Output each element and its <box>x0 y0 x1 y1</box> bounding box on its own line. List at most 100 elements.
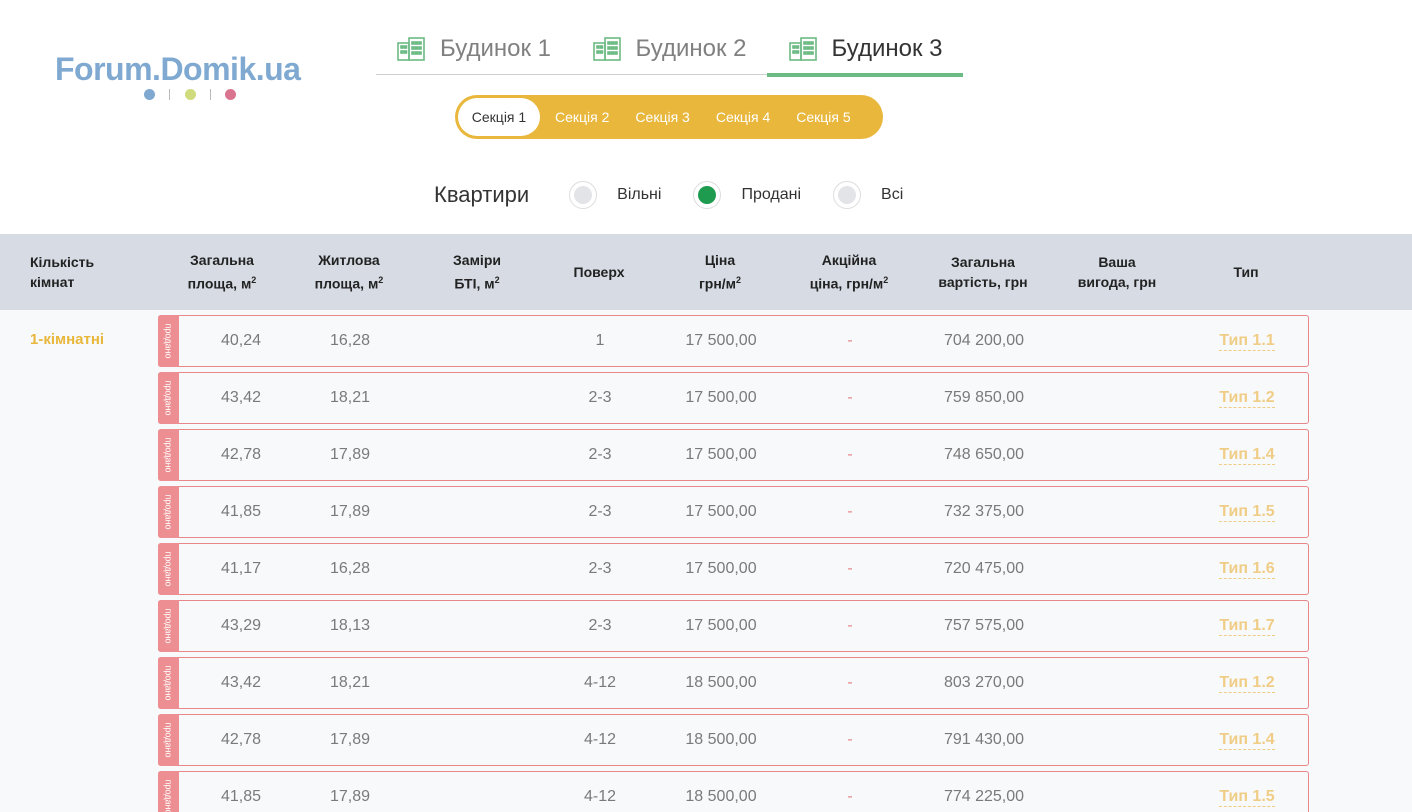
header-price: Ціна грн/м2 <box>698 252 742 292</box>
cell-living: 17,89 <box>329 446 371 463</box>
cell-total: 42,78 <box>220 731 262 748</box>
cell-price: 17 500,00 <box>685 332 757 349</box>
type-link[interactable]: Тип 1.7 <box>1219 617 1275 636</box>
cell-living: 17,89 <box>329 731 371 748</box>
cell-floor: 1 <box>595 332 605 349</box>
section-pill-4[interactable]: Секція 4 <box>703 98 783 136</box>
tab-label: Будинок 2 <box>635 34 747 62</box>
logo-separator <box>210 89 211 100</box>
section-pill-3[interactable]: Секція 3 <box>622 98 702 136</box>
radio-free[interactable]: Вільні <box>569 181 661 209</box>
section-pill-2[interactable]: Секція 2 <box>542 98 622 136</box>
cell-total: 43,42 <box>220 389 262 406</box>
table-row[interactable]: продано 41,85 17,89 4-12 18 500,00 - 774 225,0… <box>158 771 1309 812</box>
sold-badge: продано <box>158 543 179 595</box>
radio-label: Продані <box>741 186 802 203</box>
type-link[interactable]: Тип 1.4 <box>1219 446 1275 465</box>
table-row[interactable]: продано 41,85 17,89 2-3 17 500,00 - 732 375,00… <box>158 486 1309 538</box>
cell-floor: 2-3 <box>588 560 612 577</box>
table-header: Кількість кімнат Загальна площа, м2 Житлов… <box>0 234 1412 310</box>
cell-floor: 4-12 <box>583 788 617 805</box>
cell-total: 41,17 <box>220 560 262 577</box>
cell-living: 16,28 <box>329 560 371 577</box>
sold-badge: продано <box>158 372 179 424</box>
table-row[interactable]: продано 43,42 18,21 2-3 17 500,00 - 759 850,00… <box>158 372 1309 424</box>
type-link[interactable]: Тип 1.6 <box>1219 560 1275 579</box>
cell-benefit <box>1058 487 1178 537</box>
tab-label: Будинок 1 <box>440 34 551 62</box>
table-row[interactable]: продано 41,17 16,28 2-3 17 500,00 - 720 475,00… <box>158 543 1309 595</box>
radio-label: Вільні <box>617 186 662 203</box>
cell-benefit <box>1058 544 1178 594</box>
type-link[interactable]: Тип 1.1 <box>1219 332 1275 351</box>
cell-floor: 4-12 <box>583 674 617 691</box>
tab-building-3[interactable]: Будинок 3 <box>767 22 963 77</box>
filter-label: Квартири <box>434 182 530 207</box>
cell-bti <box>418 772 538 812</box>
sold-badge: продано <box>158 486 179 538</box>
cell-benefit <box>1058 715 1178 765</box>
tab-building-1[interactable]: Будинок 1 <box>376 22 571 75</box>
cell-living: 17,89 <box>329 503 371 520</box>
cell-benefit <box>1058 430 1178 480</box>
cell-living: 18,21 <box>329 389 371 406</box>
table-row[interactable]: продано 40,24 16,28 1 17 500,00 - 704 200,00 Ти… <box>158 315 1309 367</box>
cell-cost: 720 475,00 <box>943 560 1025 577</box>
cell-cost: 759 850,00 <box>943 389 1025 406</box>
cell-living: 18,13 <box>329 617 371 634</box>
radio-button[interactable] <box>569 181 598 209</box>
type-link[interactable]: Тип 1.4 <box>1219 731 1275 750</box>
tab-building-2[interactable]: Будинок 2 <box>571 22 767 75</box>
cell-bti <box>418 601 538 651</box>
table-row[interactable]: продано 42,78 17,89 4-12 18 500,00 - 791 430,0… <box>158 714 1309 766</box>
table-row[interactable]: продано 42,78 17,89 2-3 17 500,00 - 748 650,00… <box>158 429 1309 481</box>
cell-total: 40,24 <box>220 332 262 349</box>
sold-badge: продано <box>158 429 179 481</box>
logo-dot-yellow <box>185 89 196 100</box>
cell-bti <box>418 658 538 708</box>
cell-cost: 748 650,00 <box>943 446 1025 463</box>
logo-dots <box>144 88 244 102</box>
cell-price: 17 500,00 <box>685 446 757 463</box>
cell-bti <box>418 430 538 480</box>
cell-total: 43,29 <box>220 617 262 634</box>
cell-bti <box>418 544 538 594</box>
logo-text: Forum.Domik.ua <box>55 51 301 87</box>
type-link[interactable]: Тип 1.2 <box>1219 674 1275 693</box>
cell-benefit <box>1058 316 1178 366</box>
type-link[interactable]: Тип 1.5 <box>1219 503 1275 522</box>
cell-promo: - <box>847 332 853 349</box>
cell-price: 18 500,00 <box>685 731 757 748</box>
cell-price: 17 500,00 <box>685 503 757 520</box>
cell-type: Тип 1.2 <box>1187 658 1307 708</box>
cell-type: Тип 1.6 <box>1187 544 1307 594</box>
cell-promo: - <box>847 617 853 634</box>
radio-all[interactable]: Всі <box>833 181 903 209</box>
table-row[interactable]: продано 43,29 18,13 2-3 17 500,00 - 757 575,00… <box>158 600 1309 652</box>
radio-button[interactable] <box>833 181 862 209</box>
radio-sold[interactable]: Продані <box>693 181 801 209</box>
site-logo[interactable]: Forum.Domik.ua <box>55 50 325 100</box>
cell-cost: 791 430,00 <box>943 731 1025 748</box>
cell-price: 17 500,00 <box>685 560 757 577</box>
header-bti: Заміри БТІ, м2 <box>453 252 501 292</box>
table-row[interactable]: продано 43,42 18,21 4-12 18 500,00 - 803 270,0… <box>158 657 1309 709</box>
building-tabs: Будинок 1 Будинок 2 Будинок 3 <box>376 22 963 77</box>
type-link[interactable]: Тип 1.2 <box>1219 389 1275 408</box>
section-selector: Секція 1 Секція 2 Секція 3 Секція 4 Секц… <box>455 95 883 139</box>
type-link[interactable]: Тип 1.5 <box>1219 788 1275 807</box>
group-label-1-room: 1-кімнатні <box>30 331 105 348</box>
sold-badge: продано <box>158 657 179 709</box>
cell-floor: 2-3 <box>588 389 612 406</box>
radio-button[interactable] <box>693 181 722 209</box>
logo-dot-pink <box>225 89 236 100</box>
section-pill-5[interactable]: Секція 5 <box>783 98 863 136</box>
cell-promo: - <box>847 560 853 577</box>
sold-badge: продано <box>158 771 179 812</box>
table-body: 1-кімнатні продано 40,24 16,28 1 17 500,00 - 7… <box>0 310 1412 812</box>
section-pill-1[interactable]: Секція 1 <box>458 98 540 136</box>
cell-price: 17 500,00 <box>685 389 757 406</box>
cell-benefit <box>1058 373 1178 423</box>
cell-promo: - <box>847 788 853 805</box>
cell-promo: - <box>847 674 853 691</box>
